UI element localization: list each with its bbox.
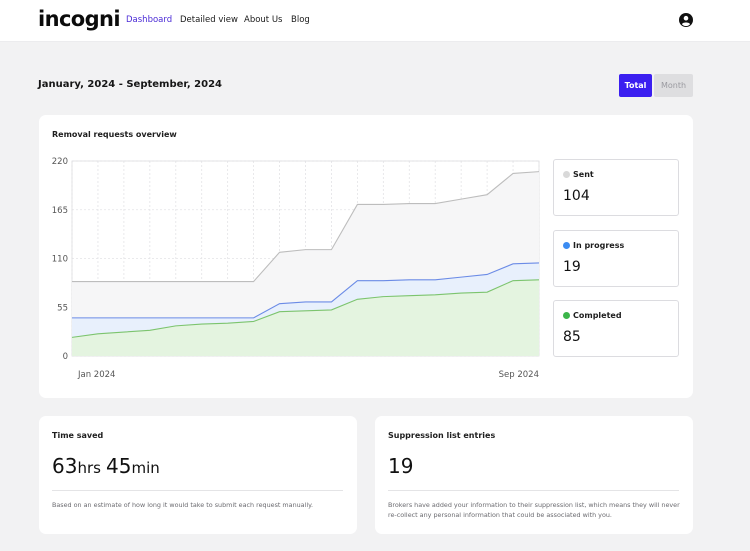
divider [388, 490, 679, 491]
nav-dashboard[interactable]: Dashboard [126, 15, 172, 25]
y-tick-label: 55 [57, 303, 68, 313]
suppression-title: Suppression list entries [388, 431, 496, 440]
hours-value: 63 [52, 454, 78, 478]
minutes-unit: min [131, 459, 160, 477]
user-circle-icon[interactable] [679, 13, 693, 27]
sent-value: 104 [563, 188, 590, 204]
in-progress-label: In progress [573, 241, 625, 250]
stat-completed: Completed 85 [553, 300, 679, 357]
in-progress-dot-icon [563, 242, 570, 249]
time-saved-description: Based on an estimate of how long it woul… [52, 501, 314, 509]
y-tick-label: 0 [63, 352, 68, 362]
time-saved-value: 63hrs 45min [52, 454, 160, 478]
stat-in-progress: In progress 19 [553, 230, 679, 287]
incogni-logo[interactable]: incogni [38, 7, 121, 31]
removal-requests-chart: 0 55 110 165 220 Jan 2024 Sep 2024 [52, 157, 540, 380]
minutes-value: 45 [106, 454, 132, 478]
total-toggle-button[interactable]: Total [619, 74, 652, 97]
nav-detailed-view[interactable]: Detailed view [180, 15, 238, 25]
completed-label: Completed [573, 311, 622, 320]
time-saved-title: Time saved [52, 431, 104, 440]
nav-about-us[interactable]: About Us [244, 15, 282, 25]
in-progress-value: 19 [563, 259, 581, 275]
suppression-value: 19 [388, 454, 414, 478]
y-tick-label: 165 [52, 206, 68, 216]
month-toggle-button[interactable]: Month [654, 74, 693, 97]
top-navbar: incogni Dashboard Detailed view About Us… [0, 0, 750, 42]
x-tick-label: Jan 2024 [77, 370, 115, 380]
completed-value: 85 [563, 329, 581, 345]
suppression-description: Brokers have added your information to t… [388, 501, 680, 519]
nav-blog[interactable]: Blog [291, 15, 310, 25]
completed-dot-icon [563, 312, 570, 319]
y-tick-label: 220 [52, 157, 68, 167]
x-tick-label: Sep 2024 [499, 370, 539, 380]
hours-unit: hrs [77, 459, 101, 477]
divider [52, 490, 343, 491]
y-tick-label: 110 [52, 255, 68, 265]
time-saved-card: Time saved 63hrs 45min Based on an estim… [39, 416, 357, 534]
sent-label: Sent [573, 170, 594, 179]
stat-sent: Sent 104 [553, 159, 679, 216]
date-range-label: January, 2024 - September, 2024 [38, 79, 222, 90]
sent-dot-icon [563, 171, 570, 178]
suppression-list-card: Suppression list entries 19 Brokers have… [375, 416, 693, 534]
